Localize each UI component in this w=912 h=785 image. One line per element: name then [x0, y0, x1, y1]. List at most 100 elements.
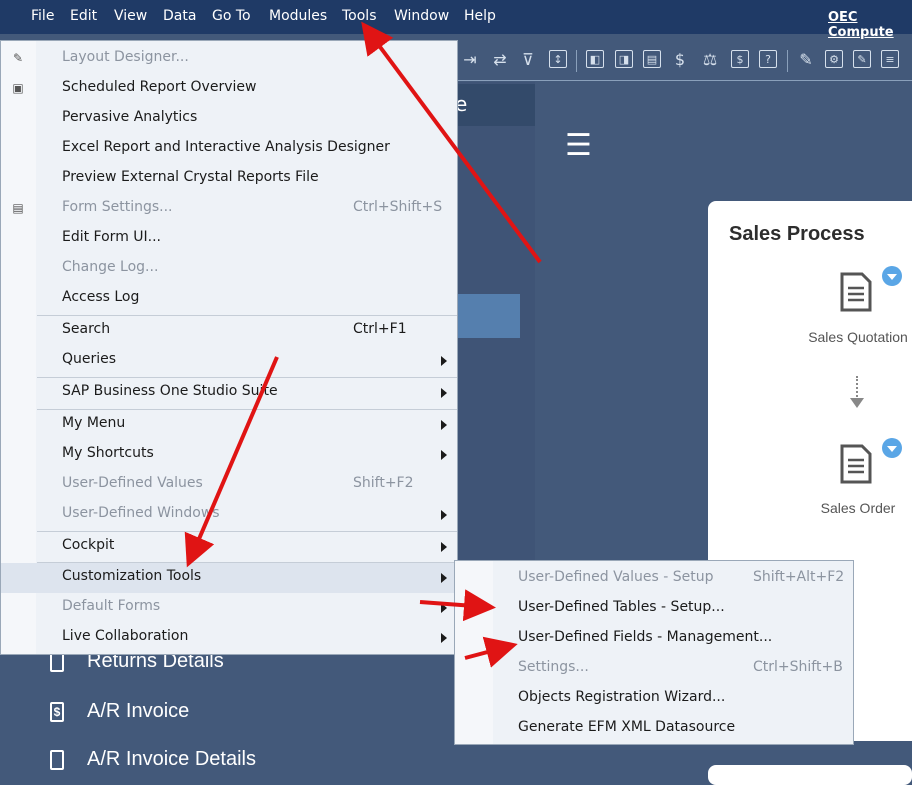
- form-edit-icon[interactable]: ✎: [853, 50, 871, 68]
- sales-order-document-icon[interactable]: [840, 444, 872, 484]
- base-document-icon[interactable]: ◧: [586, 50, 604, 68]
- menu-item-label: Layout Designer...: [62, 49, 189, 65]
- menu-file[interactable]: File: [31, 8, 54, 24]
- menu-item-label: SAP Business One Studio Suite: [62, 383, 278, 399]
- journal-icon[interactable]: $: [731, 50, 749, 68]
- menu-item-my-shortcuts[interactable]: My Shortcuts: [1, 440, 457, 470]
- customization-tools-submenu: User-Defined Values - Setup Shift+Alt+F2…: [454, 560, 854, 745]
- filter-icon[interactable]: ⊽: [519, 50, 537, 69]
- sort-icon[interactable]: ↕: [549, 50, 567, 68]
- menu-item-label: Settings...: [518, 659, 589, 675]
- menu-item-generate-efm-xml[interactable]: Generate EFM XML Datasource: [455, 714, 853, 744]
- dollar-document-icon: $: [50, 702, 64, 722]
- menu-item-cockpit[interactable]: Cockpit: [1, 532, 457, 562]
- menu-item-search[interactable]: Search Ctrl+F1: [1, 316, 457, 346]
- menu-item-pervasive-analytics[interactable]: Pervasive Analytics: [1, 104, 457, 134]
- submenu-arrow-icon: [441, 356, 447, 366]
- menu-item-user-defined-windows[interactable]: User-Defined Windows: [1, 500, 457, 530]
- menu-item-user-defined-values[interactable]: User-Defined Values Shift+F2: [1, 470, 457, 500]
- tools-dropdown-menu: ✎ Layout Designer... ▣ Scheduled Report …: [0, 40, 458, 655]
- last-record-icon[interactable]: ⇥: [461, 50, 479, 69]
- menu-edit[interactable]: Edit: [70, 8, 97, 24]
- menu-item-layout-designer[interactable]: ✎ Layout Designer...: [1, 44, 457, 74]
- menu-item-label: Generate EFM XML Datasource: [518, 719, 736, 735]
- balance-icon[interactable]: ⚖: [701, 50, 719, 69]
- bottom-card: [708, 765, 912, 785]
- menu-item-scheduled-report-overview[interactable]: ▣ Scheduled Report Overview: [1, 74, 457, 104]
- gross-profit-icon[interactable]: ▤: [643, 50, 661, 68]
- sales-order-label[interactable]: Sales Order: [803, 500, 912, 516]
- menu-item-label: User-Defined Values - Setup: [518, 569, 714, 585]
- settings-icon[interactable]: ⚙: [825, 50, 843, 68]
- menu-item-change-log[interactable]: Change Log...: [1, 254, 457, 284]
- menu-item-label: My Shortcuts: [62, 445, 154, 461]
- target-document-icon[interactable]: ◨: [615, 50, 633, 68]
- document-icon: [50, 750, 64, 770]
- menu-item-my-menu[interactable]: My Menu: [1, 410, 457, 440]
- menu-data[interactable]: Data: [163, 8, 196, 24]
- menu-help[interactable]: Help: [464, 8, 496, 24]
- menu-item-objects-registration-wizard[interactable]: Objects Registration Wizard...: [455, 684, 853, 714]
- menu-modules[interactable]: Modules: [269, 8, 327, 24]
- menu-window[interactable]: Window: [394, 8, 449, 24]
- company-name[interactable]: OEC Compute: [828, 10, 912, 40]
- menu-item-label: Queries: [62, 351, 117, 367]
- menu-item-sap-studio-suite[interactable]: SAP Business One Studio Suite: [1, 378, 457, 408]
- menu-item-queries[interactable]: Queries: [1, 346, 457, 376]
- menu-item-live-collaboration[interactable]: Live Collaboration: [1, 623, 457, 653]
- menu-item-label: Excel Report and Interactive Analysis De…: [62, 139, 390, 155]
- menu-view[interactable]: View: [114, 8, 147, 24]
- pencil-icon: ✎: [12, 51, 24, 65]
- form-settings-icon: ▤: [12, 201, 24, 215]
- hamburger-menu-icon[interactable]: ☰: [565, 128, 592, 163]
- menu-item-edit-form-ui[interactable]: Edit Form UI...: [1, 224, 457, 254]
- menu-item-udt-setup[interactable]: User-Defined Tables - Setup...: [455, 594, 853, 624]
- left-panel-selected-item[interactable]: [455, 294, 520, 338]
- menu-item-access-log[interactable]: Access Log: [1, 284, 457, 314]
- menu-goto[interactable]: Go To: [212, 8, 251, 24]
- menu-item-default-forms[interactable]: Default Forms: [1, 593, 457, 623]
- menu-item-udf-management[interactable]: User-Defined Fields - Management...: [455, 624, 853, 654]
- document-search-icon[interactable]: ?: [759, 50, 777, 68]
- switch-icon[interactable]: ⇄: [491, 50, 509, 69]
- list-item-label: A/R Invoice: [87, 700, 190, 722]
- edit-icon[interactable]: ✎: [797, 50, 815, 69]
- sales-quotation-label[interactable]: Sales Quotation: [803, 329, 912, 345]
- document-icon: [50, 652, 64, 672]
- sales-order-dropdown-icon[interactable]: [882, 438, 902, 458]
- menu-item-excel-report-designer[interactable]: Excel Report and Interactive Analysis De…: [1, 134, 457, 164]
- sales-quotation-dropdown-icon[interactable]: [882, 266, 902, 286]
- menu-item-label: Cockpit: [62, 537, 115, 553]
- menu-item-label: Form Settings...: [62, 199, 173, 215]
- menu-bar: File Edit View Data Go To Modules Tools …: [0, 0, 912, 40]
- sales-quotation-document-icon[interactable]: [840, 272, 872, 312]
- left-panel-header: e: [455, 84, 535, 126]
- submenu-arrow-icon: [441, 388, 447, 398]
- menu-item-shortcut: Shift+F2: [353, 475, 414, 491]
- submenu-arrow-icon: [441, 542, 447, 552]
- menu-item-udv-setup[interactable]: User-Defined Values - Setup Shift+Alt+F2: [455, 564, 853, 594]
- submenu-arrow-icon: [441, 510, 447, 520]
- menu-item-label: Scheduled Report Overview: [62, 79, 257, 95]
- report-schedule-icon: ▣: [12, 81, 24, 95]
- submenu-arrow-icon: [441, 420, 447, 430]
- payment-means-icon[interactable]: $: [671, 50, 689, 69]
- sales-process-title: Sales Process: [729, 223, 865, 245]
- menu-item-settings[interactable]: Settings... Ctrl+Shift+B: [455, 654, 853, 684]
- menu-item-label: Edit Form UI...: [62, 229, 162, 245]
- submenu-arrow-icon: [441, 603, 447, 613]
- message-icon[interactable]: ≡: [881, 50, 899, 68]
- menu-item-form-settings[interactable]: ▤ Form Settings... Ctrl+Shift+S: [1, 194, 457, 224]
- menu-item-label: Change Log...: [62, 259, 159, 275]
- menu-item-label: User-Defined Fields - Management...: [518, 629, 773, 645]
- menu-tools[interactable]: Tools: [342, 8, 377, 24]
- menu-item-label: Preview External Crystal Reports File: [62, 169, 319, 185]
- menu-item-label: Search: [62, 321, 111, 337]
- toolbar: ⇥ ⇄ ⊽ ↕ ◧ ◨ ▤ $ ⚖ $ ? ✎ ⚙ ✎ ≡: [455, 40, 912, 81]
- menu-item-label: User-Defined Windows: [62, 505, 220, 521]
- menu-item-shortcut: Ctrl+Shift+S: [353, 199, 443, 215]
- menu-item-customization-tools[interactable]: Customization Tools: [1, 563, 457, 593]
- list-item-label: A/R Invoice Details: [87, 748, 256, 770]
- process-flow-arrowhead: [850, 398, 864, 408]
- menu-item-preview-crystal-reports[interactable]: Preview External Crystal Reports File: [1, 164, 457, 194]
